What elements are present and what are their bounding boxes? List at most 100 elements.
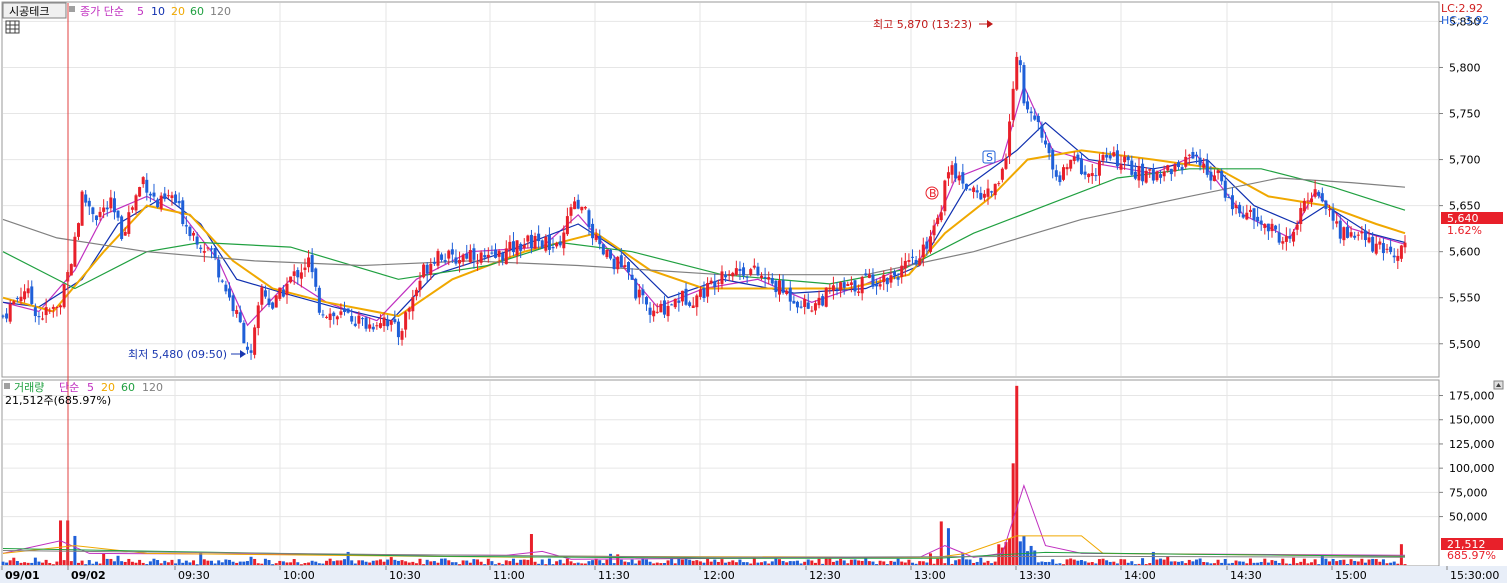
- volume-bar: [957, 559, 961, 565]
- volume-bar: [44, 559, 48, 565]
- price-candle: [760, 275, 764, 278]
- price-candle: [1338, 220, 1342, 239]
- price-candle: [662, 300, 666, 315]
- price-candle: [166, 195, 170, 197]
- volume-bar: [1072, 559, 1076, 565]
- price-candle: [271, 302, 275, 309]
- volume-bar: [479, 561, 483, 565]
- price-candle: [1306, 200, 1310, 202]
- volume-bar: [1097, 559, 1101, 565]
- volume-bar: [799, 563, 803, 565]
- volume-bar: [30, 562, 34, 565]
- volume-bar: [76, 562, 80, 565]
- volume-bar: [706, 558, 710, 565]
- price-candle: [670, 304, 674, 306]
- time-tick-label: 14:30: [1230, 569, 1262, 582]
- price-candle: [501, 252, 505, 261]
- price-candle: [860, 276, 864, 294]
- price-candle: [1389, 246, 1393, 253]
- volume-bar: [849, 559, 853, 565]
- volume-bar: [343, 559, 347, 565]
- volume-bar: [734, 562, 738, 565]
- volume-bar: [928, 553, 932, 565]
- volume-bar: [511, 558, 515, 565]
- price-candle: [1155, 171, 1159, 181]
- volume-bar: [1223, 558, 1227, 565]
- price-candle: [443, 260, 447, 262]
- price-candle: [267, 298, 271, 305]
- price-candle: [511, 241, 515, 253]
- price-candle: [1284, 236, 1288, 242]
- volume-legend-ma120: 120: [142, 381, 163, 394]
- price-candle: [1101, 154, 1105, 161]
- panel-collapse-icon[interactable]: [1493, 380, 1504, 390]
- volume-legend-ma60: 60: [121, 381, 135, 394]
- volume-bar: [821, 563, 825, 565]
- price-candle: [964, 183, 968, 190]
- price-candle: [48, 310, 52, 312]
- volume-bar: [921, 561, 925, 565]
- volume-bar: [720, 559, 724, 565]
- volume-bar: [249, 556, 253, 565]
- price-candle: [727, 274, 731, 276]
- price-candle: [849, 282, 853, 285]
- price-candle: [156, 199, 160, 208]
- price-candle: [839, 282, 843, 291]
- volume-bar: [972, 562, 976, 565]
- price-legend-ma5: 5: [137, 5, 144, 18]
- price-candle: [580, 206, 584, 211]
- volume-bar: [817, 558, 821, 565]
- price-candle: [1317, 191, 1321, 197]
- price-candle: [508, 241, 512, 250]
- volume-bar: [637, 560, 641, 565]
- volume-bar: [756, 562, 760, 565]
- price-candle: [303, 267, 307, 270]
- price-candle: [486, 254, 490, 258]
- volume-bar: [1259, 561, 1263, 565]
- price-candle: [1360, 231, 1364, 234]
- price-candle: [393, 319, 397, 323]
- price-candle: [479, 252, 483, 263]
- table-grid-icon[interactable]: [5, 20, 20, 34]
- price-candle: [1058, 175, 1062, 183]
- price-candle: [878, 284, 882, 287]
- price-candle: [94, 215, 98, 221]
- volume-bar: [1061, 564, 1065, 566]
- volume-bar: [659, 563, 663, 565]
- price-candle: [630, 274, 634, 280]
- volume-bar: [691, 560, 695, 565]
- price-legend-ma60: 60: [190, 5, 204, 18]
- volume-bar: [1230, 562, 1234, 565]
- price-candle: [1230, 195, 1234, 210]
- legend-square-icon: [69, 6, 75, 12]
- volume-bar: [1177, 561, 1181, 565]
- volume-bar: [490, 561, 494, 565]
- volume-bar: [213, 563, 217, 565]
- volume-bar: [1159, 558, 1163, 565]
- price-candle: [1173, 164, 1177, 172]
- time-tick-label: 09/01: [5, 569, 40, 582]
- volume-bar: [339, 560, 343, 565]
- price-tick-label: 5,650: [1449, 200, 1481, 213]
- time-tick-label: 14:00: [1124, 569, 1156, 582]
- price-candle: [1169, 168, 1173, 175]
- volume-bar: [605, 559, 609, 565]
- volume-bar: [738, 559, 742, 565]
- price-candle: [1076, 154, 1080, 161]
- volume-bar: [195, 564, 199, 566]
- volume-bar: [260, 563, 264, 565]
- volume-bar: [1094, 563, 1098, 565]
- price-candle: [1044, 140, 1048, 145]
- volume-bar: [166, 562, 170, 565]
- price-candle: [623, 265, 627, 268]
- price-candle: [677, 300, 681, 303]
- price-candle: [436, 250, 440, 266]
- price-candle: [1159, 174, 1163, 178]
- price-candle: [1259, 220, 1263, 225]
- price-candle: [1335, 221, 1339, 224]
- volume-bar: [806, 559, 810, 565]
- volume-bar: [875, 564, 879, 566]
- price-candle: [1252, 208, 1256, 221]
- price-candle: [134, 195, 138, 211]
- volume-bar: [1256, 562, 1260, 565]
